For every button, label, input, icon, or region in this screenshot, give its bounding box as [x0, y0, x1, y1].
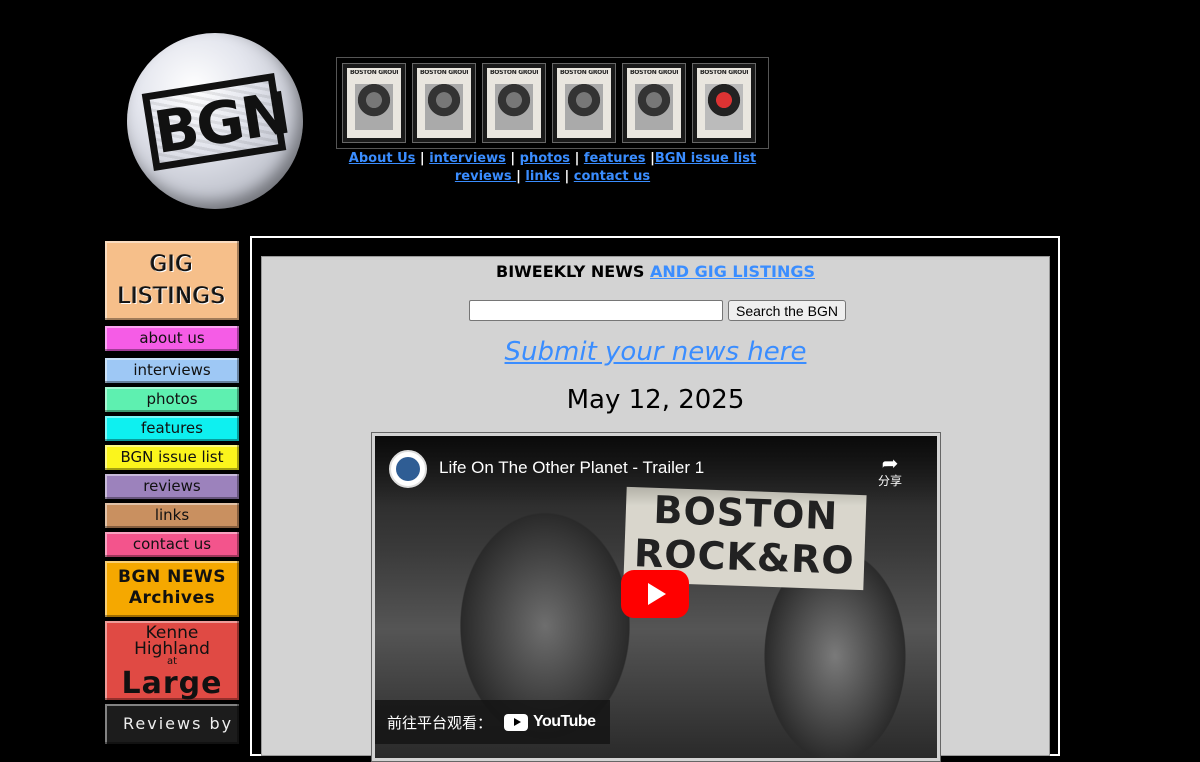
news-line-2: Archives: [128, 588, 216, 608]
headline-text: BIWEEKLY NEWS: [496, 262, 650, 281]
cover-photo: [565, 84, 603, 130]
sidebar-kenne-highland[interactable]: Kenne Highland at Large: [105, 621, 239, 700]
gig-listings-link[interactable]: AND GIG LISTINGS: [650, 262, 815, 281]
cover-title: BOSTON GROUPIE: [350, 70, 398, 76]
cover-title: BOSTON GROUPIE: [490, 70, 538, 76]
cover-photo: [425, 84, 463, 130]
gig-line-1: GIG: [150, 252, 194, 277]
sidebar-contact-us[interactable]: contact us: [105, 532, 239, 557]
kenne-line-2: Highland: [134, 639, 210, 659]
issue-covers-strip: BOSTON GROUPIE BOSTON GROUPIE BOSTON GRO…: [336, 57, 769, 149]
nav-separator: |: [516, 169, 521, 184]
sidebar-reviews[interactable]: reviews: [105, 474, 239, 499]
cover-photo: [355, 84, 393, 130]
channel-logo-icon: [396, 457, 420, 481]
sidebar-links[interactable]: links: [105, 503, 239, 528]
share-arrow-icon: ➦: [881, 451, 899, 475]
nav-photos[interactable]: photos: [520, 151, 570, 166]
sidebar-interviews[interactable]: interviews: [105, 358, 239, 383]
issue-cover[interactable]: BOSTON GROUPIE: [552, 63, 616, 143]
share-button[interactable]: ➦ 分享: [873, 452, 907, 488]
news-date: May 12, 2025: [566, 385, 745, 415]
sidebar-about-us[interactable]: about us: [105, 326, 239, 351]
top-nav-row-2: reviews | links | contact us: [336, 169, 769, 184]
gig-line-2: LISTINGS: [117, 284, 227, 309]
channel-avatar[interactable]: [389, 450, 427, 488]
nav-separator: |: [419, 151, 425, 166]
nav-links[interactable]: links: [525, 169, 560, 184]
share-label: 分享: [877, 474, 902, 488]
nav-issue-list[interactable]: BGN issue list: [655, 151, 756, 166]
watch-on-youtube[interactable]: 前往平台观看： YouTube: [375, 700, 610, 744]
sidebar-features[interactable]: features: [105, 416, 239, 441]
play-icon: [648, 583, 666, 605]
video-frame: BOSTON ROCK&RO Life On The Other Planet …: [371, 432, 941, 762]
issue-cover[interactable]: BOSTON GROUPIE: [342, 63, 406, 143]
nav-interviews[interactable]: interviews: [429, 151, 506, 166]
sidebar-photos[interactable]: photos: [105, 387, 239, 412]
video-title[interactable]: Life On The Other Planet - Trailer 1: [439, 458, 704, 478]
issue-cover[interactable]: BOSTON GROUPIE: [482, 63, 546, 143]
cover-title: BOSTON GROUPIE: [560, 70, 608, 76]
submit-news-link[interactable]: Submit your news here: [505, 337, 807, 367]
nav-about-us[interactable]: About Us: [349, 151, 416, 166]
sidebar: GIG LISTINGS about us interviews photos …: [105, 241, 239, 744]
news-line-1: BGN NEWS: [118, 567, 226, 587]
cover-photo: [635, 84, 673, 130]
issue-cover[interactable]: BOSTON GROUPIE: [412, 63, 476, 143]
youtube-logo: YouTube: [504, 713, 596, 731]
youtube-wordmark: YouTube: [533, 713, 596, 730]
youtube-embed[interactable]: BOSTON ROCK&RO Life On The Other Planet …: [375, 436, 937, 758]
logo-frame: BGN: [141, 72, 294, 172]
cover-title: BOSTON GROUPIE: [630, 70, 678, 76]
bgn-logo[interactable]: BGN: [127, 33, 303, 209]
top-nav-row-1: About Us | interviews | photos | feature…: [336, 151, 769, 166]
kenne-line-4: Large: [121, 666, 223, 701]
nav-separator: |: [574, 151, 580, 166]
cover-title: BOSTON GROUPIE: [700, 70, 748, 76]
nav-reviews[interactable]: reviews: [455, 169, 516, 184]
logo-text: BGN: [149, 78, 294, 167]
nav-features[interactable]: features: [584, 151, 646, 166]
play-button[interactable]: [621, 570, 689, 618]
search-input[interactable]: [469, 300, 723, 321]
nav-separator: |: [564, 169, 570, 184]
page-headline: BIWEEKLY NEWS AND GIG LISTINGS: [262, 262, 1049, 281]
nav-separator: |: [510, 151, 516, 166]
search-button[interactable]: Search the BGN: [728, 300, 846, 321]
search-form: Search the BGN: [469, 300, 846, 321]
cover-title: BOSTON GROUPIE: [420, 70, 468, 76]
submit-news: Submit your news here: [262, 337, 1049, 367]
nav-contact-us[interactable]: contact us: [574, 169, 650, 184]
issue-cover[interactable]: BOSTON GROUPIE: [622, 63, 686, 143]
sidebar-news-archives[interactable]: BGN NEWS Archives: [105, 561, 239, 617]
cover-photo: [705, 84, 743, 130]
issue-cover[interactable]: BOSTON GROUPIE: [692, 63, 756, 143]
watch-on-label: 前往平台观看：: [387, 713, 493, 732]
main-content: BIWEEKLY NEWS AND GIG LISTINGS Search th…: [261, 256, 1050, 762]
cover-photo: [495, 84, 533, 130]
sidebar-issue-list[interactable]: BGN issue list: [105, 445, 239, 470]
sidebar-reviews-by[interactable]: Reviews by: [105, 704, 239, 744]
youtube-play-icon: [504, 713, 529, 731]
sidebar-gig-listings[interactable]: GIG LISTINGS: [105, 241, 239, 320]
